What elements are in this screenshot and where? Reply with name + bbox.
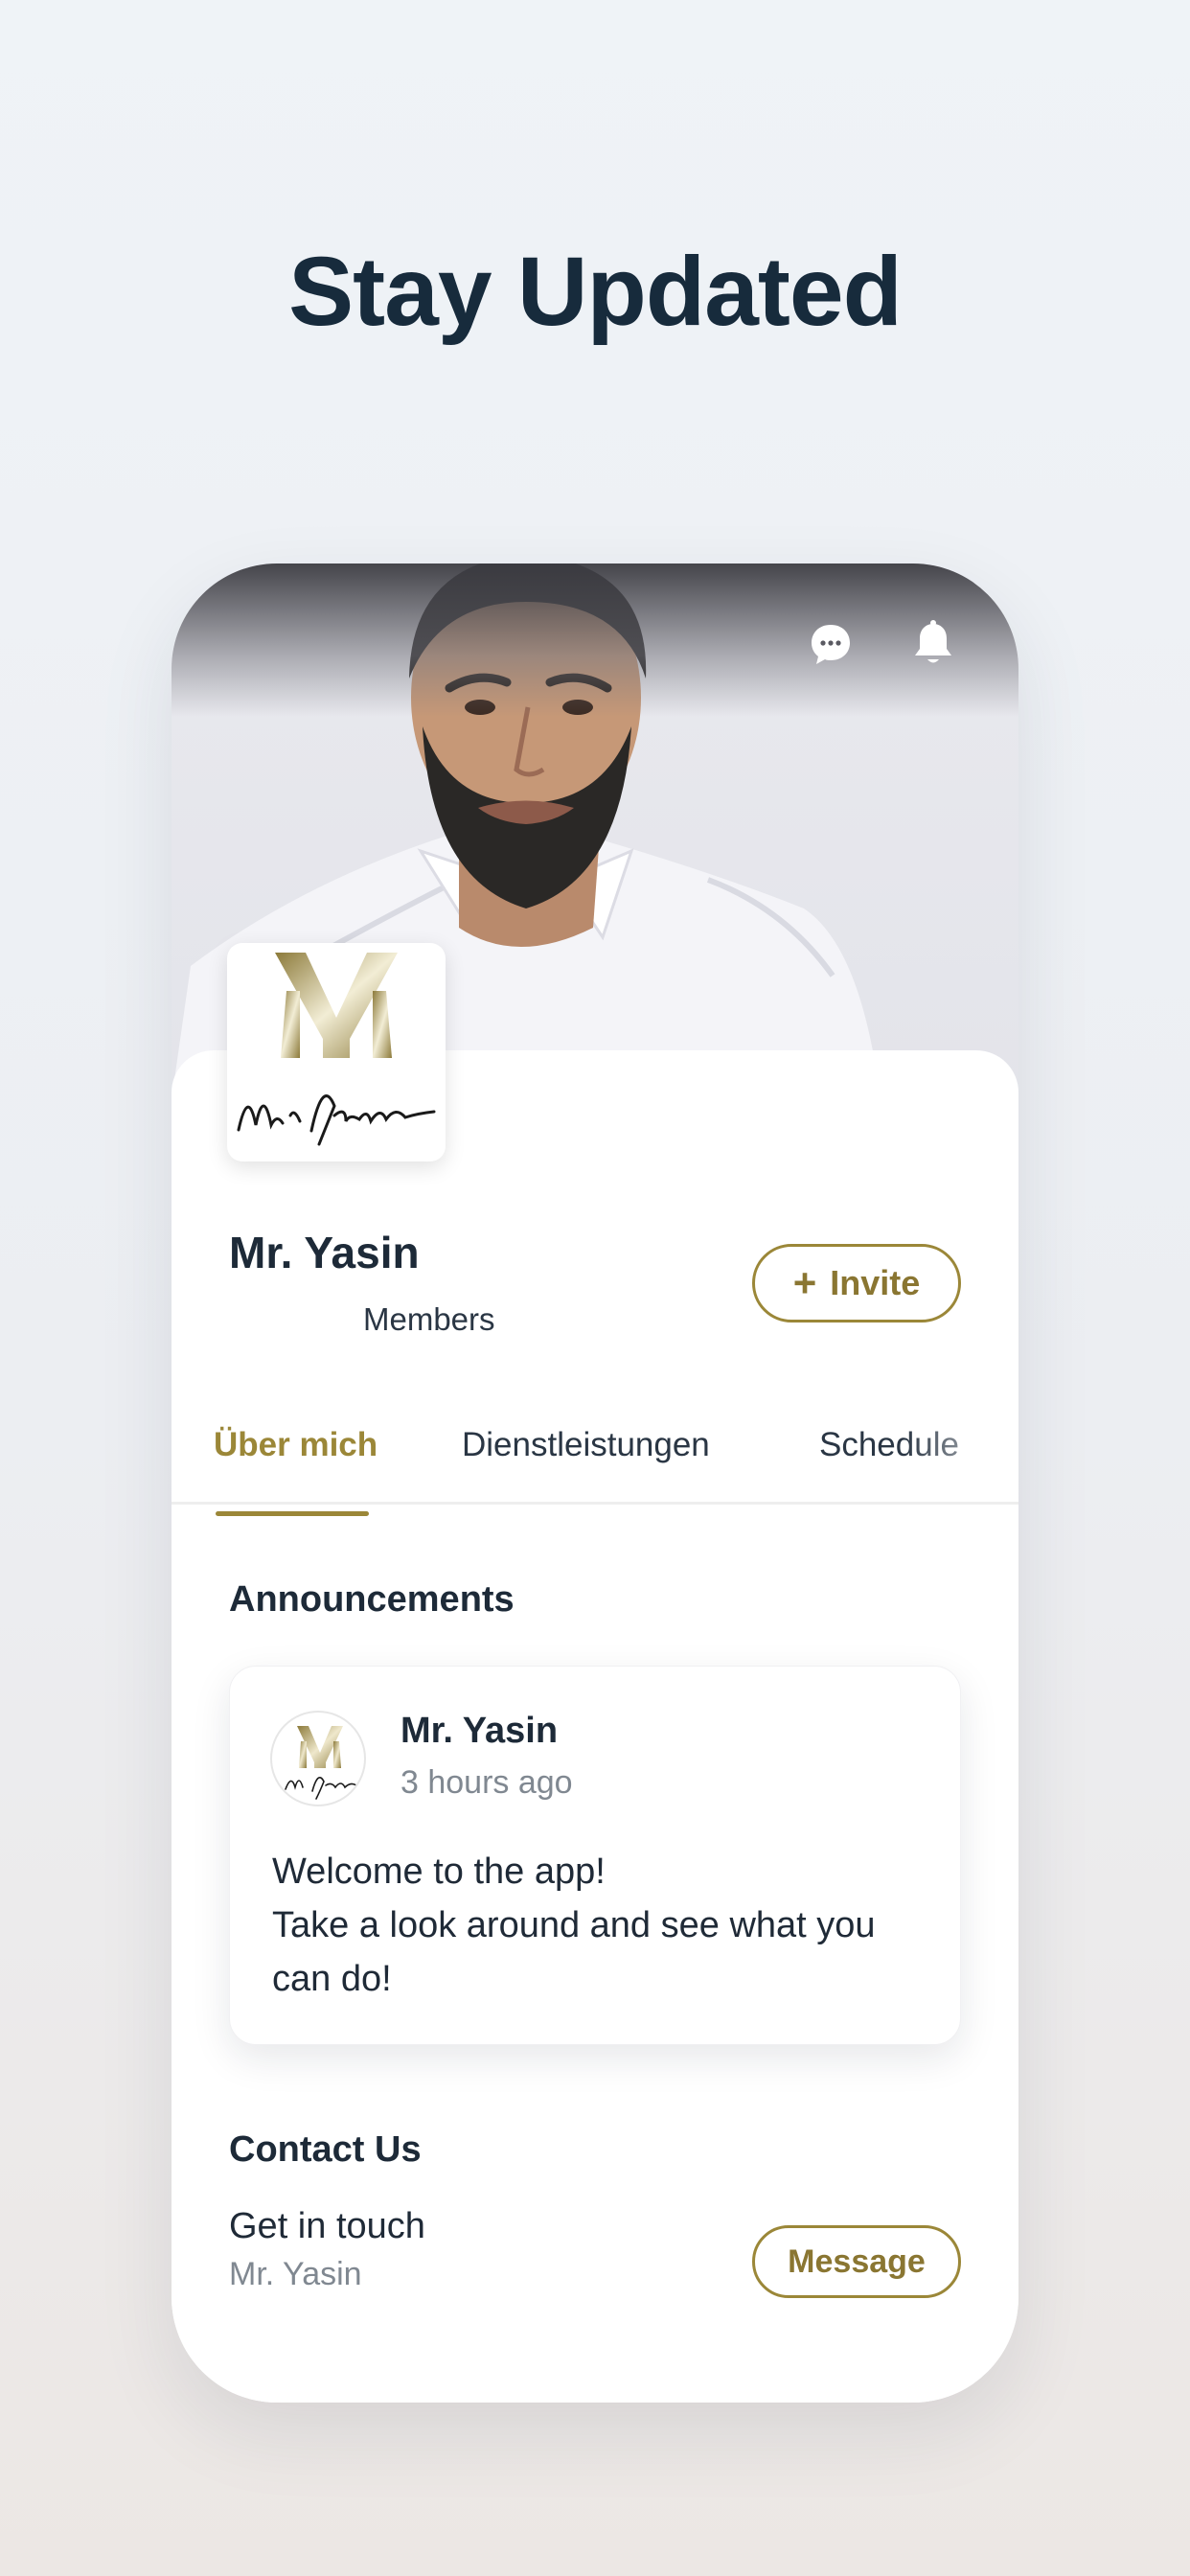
contact-name: Mr. Yasin [229, 2256, 362, 2292]
phone-frame: Mr. Yasin Members + Invite Über mich Die… [172, 564, 1018, 2403]
active-tab-indicator [216, 1511, 369, 1516]
page-headline: Stay Updated [288, 237, 903, 346]
bell-icon[interactable] [906, 617, 960, 671]
invite-label: Invite [830, 1263, 921, 1302]
plus-icon: + [792, 1260, 817, 1305]
author-avatar [270, 1711, 366, 1806]
tab-dienstleistungen[interactable]: Dienstleistungen [462, 1426, 710, 1464]
post-body-line: Take a look around and see what you can … [272, 1905, 876, 1999]
cover-top-gradient [172, 564, 1018, 717]
post-timestamp: 3 hours ago [400, 1764, 573, 1801]
announcements-heading: Announcements [229, 1579, 515, 1620]
brand-logo [227, 943, 446, 1162]
tab-uber-mich[interactable]: Über mich [214, 1426, 378, 1464]
profile-name: Mr. Yasin [229, 1228, 420, 1277]
contact-heading: Contact Us [229, 2129, 422, 2170]
tabs-fade-overlay [904, 1407, 1018, 1499]
members-link[interactable]: Members [363, 1301, 495, 1338]
post-body-line: Welcome to the app! [272, 1852, 606, 1892]
message-button[interactable]: Message [752, 2225, 961, 2298]
invite-button[interactable]: + Invite [752, 1244, 961, 1322]
chat-icon[interactable] [804, 617, 858, 671]
profile-tabs: Über mich Dienstleistungen Schedule [172, 1407, 1018, 1505]
contact-subtitle: Get in touch [229, 2206, 425, 2246]
announcement-card[interactable]: Mr. Yasin 3 hours ago Welcome to the app… [229, 1666, 961, 2045]
post-body: Welcome to the app! Take a look around a… [272, 1845, 933, 2006]
post-author: Mr. Yasin [400, 1711, 559, 1751]
